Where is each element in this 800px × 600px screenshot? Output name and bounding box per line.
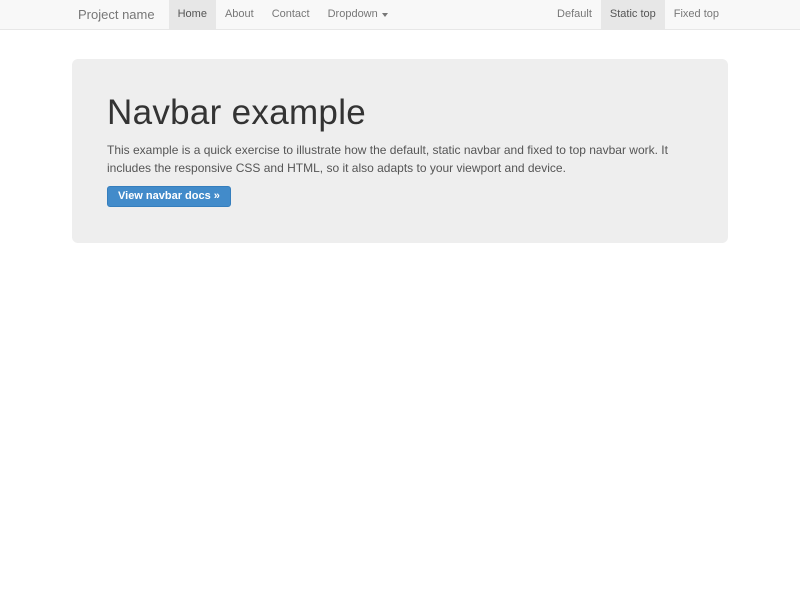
- jumbotron: Navbar example This example is a quick e…: [72, 59, 728, 243]
- brand-link[interactable]: Project name: [72, 0, 163, 29]
- page-title: Navbar example: [107, 95, 693, 132]
- nav-item-fixed-top[interactable]: Fixed top: [665, 0, 728, 29]
- nav-item-static-top[interactable]: Static top: [601, 0, 665, 29]
- navbar: Project name Home About Contact Dropdown…: [0, 0, 800, 30]
- view-navbar-docs-button[interactable]: View navbar docs »: [107, 186, 231, 207]
- navbar-left-group: Project name Home About Contact Dropdown: [72, 0, 397, 29]
- nav-item-contact[interactable]: Contact: [263, 0, 319, 29]
- nav-item-about[interactable]: About: [216, 0, 263, 29]
- dropdown-label: Dropdown: [328, 0, 378, 29]
- navbar-container: Project name Home About Contact Dropdown…: [72, 0, 728, 29]
- nav-item-home[interactable]: Home: [169, 0, 216, 29]
- nav-item-dropdown[interactable]: Dropdown: [319, 0, 397, 29]
- caret-down-icon: [382, 13, 388, 17]
- jumbotron-description: This example is a quick exercise to illu…: [107, 141, 693, 177]
- nav-item-default[interactable]: Default: [548, 0, 601, 29]
- navbar-right-group: Default Static top Fixed top: [548, 0, 728, 29]
